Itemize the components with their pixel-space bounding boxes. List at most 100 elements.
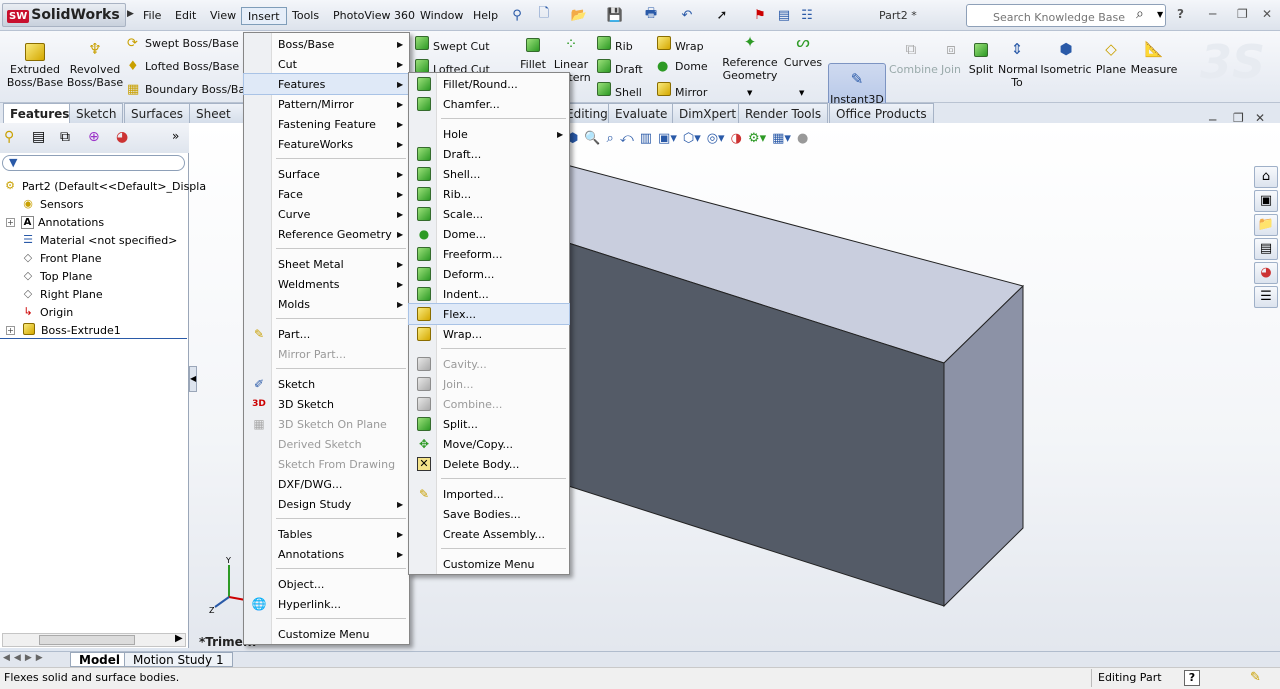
menu-item-3d-sketch[interactable]: 3D 3D Sketch (244, 394, 409, 414)
solidworks-resources-icon[interactable]: ⌂ (1254, 166, 1278, 188)
displaymanager-tab-icon[interactable]: ◕ (116, 129, 128, 145)
open-folder-icon[interactable]: 📂 (570, 6, 588, 24)
menu-item-object[interactable]: Object... (244, 574, 409, 594)
close-icon[interactable]: ✕ (1262, 7, 1272, 21)
submenu-item-dome[interactable]: ● Dome... (409, 224, 569, 244)
tab-evaluate[interactable]: Evaluate (608, 103, 675, 123)
reference-geometry-dropdown-icon[interactable]: ▼ (747, 89, 752, 97)
shell-button[interactable]: Shell (597, 82, 642, 100)
design-library-icon[interactable]: ▣ (1254, 190, 1278, 212)
menu-item-annotations[interactable]: Annotations ▶ (244, 544, 409, 564)
swept-cut-button[interactable]: Swept Cut (415, 36, 490, 54)
menu-photoview[interactable]: PhotoView 360 (327, 7, 421, 25)
horizontal-scrollbar[interactable]: ▶ (2, 633, 186, 647)
tab-dimxpert[interactable]: DimXpert (672, 103, 744, 123)
plane-button[interactable]: ◇ Plane (1094, 42, 1128, 77)
expand-icon[interactable]: + (6, 325, 15, 335)
submenu-item-customize-menu[interactable]: Customize Menu (409, 554, 569, 574)
curves-button[interactable]: ᔕ Curves (783, 35, 823, 70)
tab-features[interactable]: Features (3, 103, 77, 123)
tree-part-root[interactable]: ⚙ Part2 (Default<<Default>_Displa (2, 177, 206, 195)
tree-item-front-plane[interactable]: ◇ Front Plane (20, 249, 102, 267)
menu-item-design-study[interactable]: Design Study ▶ (244, 494, 409, 514)
print-icon[interactable]: 🖶 (642, 6, 660, 24)
save-icon[interactable]: 💾 (606, 6, 624, 24)
menu-item-molds[interactable]: Molds ▶ (244, 294, 409, 314)
scroll-thumb[interactable] (39, 635, 135, 645)
extruded-boss-button[interactable]: Extruded Boss/Base (6, 43, 64, 89)
submenu-item-join[interactable]: Join... (409, 374, 569, 394)
propertymanager-tab-icon[interactable]: ▤ (32, 129, 45, 145)
join-button[interactable]: ⧈ Join (935, 42, 967, 77)
tree-item-origin[interactable]: ↳ Origin (20, 303, 73, 321)
search-icon[interactable]: ⌕ (1136, 6, 1144, 22)
submenu-item-delete-body[interactable]: ✕ Delete Body... (409, 454, 569, 474)
boundary-boss-button[interactable]: ▦ Boundary Boss/Base (127, 82, 258, 100)
configurationmanager-tab-icon[interactable]: ⧉ (60, 129, 70, 145)
restore-icon[interactable]: ❐ (1237, 7, 1248, 21)
submenu-item-shell[interactable]: Shell... (409, 164, 569, 184)
tree-item-annotations[interactable]: + A Annotations (0, 213, 104, 231)
minimize-icon[interactable]: ─ (1209, 7, 1216, 21)
submenu-item-fillet[interactable]: Fillet/Round... (409, 74, 569, 94)
help-icon[interactable]: ? (1177, 7, 1184, 21)
submenu-item-move-copy[interactable]: ✥ Move/Copy... (409, 434, 569, 454)
tree-item-material[interactable]: ☰ Material <not specified> (20, 231, 177, 249)
menu-window[interactable]: Window (414, 7, 469, 25)
rebuild-icon[interactable]: ⚑ (751, 6, 769, 24)
featuremanager-tab-icon[interactable]: ⚲ (4, 129, 14, 145)
tree-item-right-plane[interactable]: ◇ Right Plane (20, 285, 103, 303)
menu-edit[interactable]: Edit (169, 7, 202, 25)
menu-item-sketch-from-drawing[interactable]: Sketch From Drawing (244, 454, 409, 474)
submenu-item-imported[interactable]: ✎ Imported... (409, 484, 569, 504)
tree-item-boss-extrude1[interactable]: + Boss-Extrude1 (0, 321, 121, 339)
menu-item-reference-geometry[interactable]: Reference Geometry ▶ (244, 224, 409, 244)
tab-office-products[interactable]: Office Products (829, 103, 934, 123)
custom-properties-icon[interactable]: ☰ (1254, 286, 1278, 308)
submenu-item-wrap[interactable]: Wrap... (409, 324, 569, 344)
split-button[interactable]: Split (966, 43, 996, 76)
select-arrow-icon[interactable]: ➚ (713, 6, 731, 24)
search-dropdown-icon[interactable]: ▼ (1157, 10, 1163, 19)
menu-item-features[interactable]: Features ▶ (243, 73, 410, 95)
submenu-item-hole[interactable]: Hole ▶ (409, 124, 569, 144)
tab-sheet-metal[interactable]: Sheet M (189, 103, 244, 123)
submenu-item-cavity[interactable]: Cavity... (409, 354, 569, 374)
curves-dropdown-icon[interactable]: ▼ (799, 89, 804, 97)
menu-item-derived-sketch[interactable]: Derived Sketch (244, 434, 409, 454)
rib-button[interactable]: Rib (597, 36, 633, 54)
lofted-boss-button[interactable]: ♦ Lofted Boss/Base (127, 59, 239, 77)
expand-pane-icon[interactable]: » (172, 129, 179, 143)
menu-item-cut[interactable]: Cut ▶ (244, 54, 409, 74)
submenu-item-rib[interactable]: Rib... (409, 184, 569, 204)
menu-item-boss-base[interactable]: Boss/Base ▶ (244, 34, 409, 54)
isometric-button[interactable]: ⬢ Isometric (1040, 42, 1092, 77)
submenu-item-create-assembly[interactable]: Create Assembly... (409, 524, 569, 544)
logo-dropdown-icon[interactable]: ▶ (127, 9, 134, 19)
reference-geometry-button[interactable]: ✦ Reference Geometry (719, 35, 781, 83)
menu-item-hyperlink[interactable]: 🌐 Hyperlink... (244, 594, 409, 614)
file-explorer-icon[interactable]: 📁 (1254, 214, 1278, 236)
menu-item-mirror-part[interactable]: Mirror Part... (244, 344, 409, 364)
menu-item-sketch[interactable]: ✐ Sketch (244, 374, 409, 394)
menu-item-pattern-mirror[interactable]: Pattern/Mirror ▶ (244, 94, 409, 114)
file-properties-icon[interactable]: ▤ (775, 6, 793, 24)
filter-input[interactable]: ▼ (2, 155, 185, 171)
revolved-boss-button[interactable]: ♆ Revolved Boss/Base (66, 42, 124, 90)
quick-tips-icon[interactable]: ? (1184, 670, 1200, 686)
submenu-item-freeform[interactable]: Freeform... (409, 244, 569, 264)
tab-surfaces[interactable]: Surfaces (124, 103, 190, 123)
menu-item-face[interactable]: Face ▶ (244, 184, 409, 204)
submenu-item-save-bodies[interactable]: Save Bodies... (409, 504, 569, 524)
view-palette-icon[interactable]: ▤ (1254, 238, 1278, 260)
menu-item-fastening-feature[interactable]: Fastening Feature ▶ (244, 114, 409, 134)
menu-help[interactable]: Help (467, 7, 504, 25)
menu-view[interactable]: View (204, 7, 242, 25)
menu-item-part[interactable]: ✎ Part... (244, 324, 409, 344)
new-document-icon[interactable]: 🗋 (535, 6, 553, 24)
rollback-bar[interactable] (0, 338, 187, 339)
options-icon[interactable]: ☷ (798, 6, 816, 24)
menu-item-surface[interactable]: Surface ▶ (244, 164, 409, 184)
scroll-right-icon[interactable]: ▶ (175, 633, 183, 644)
rebuild-status-icon[interactable]: ✎ (1250, 670, 1261, 685)
